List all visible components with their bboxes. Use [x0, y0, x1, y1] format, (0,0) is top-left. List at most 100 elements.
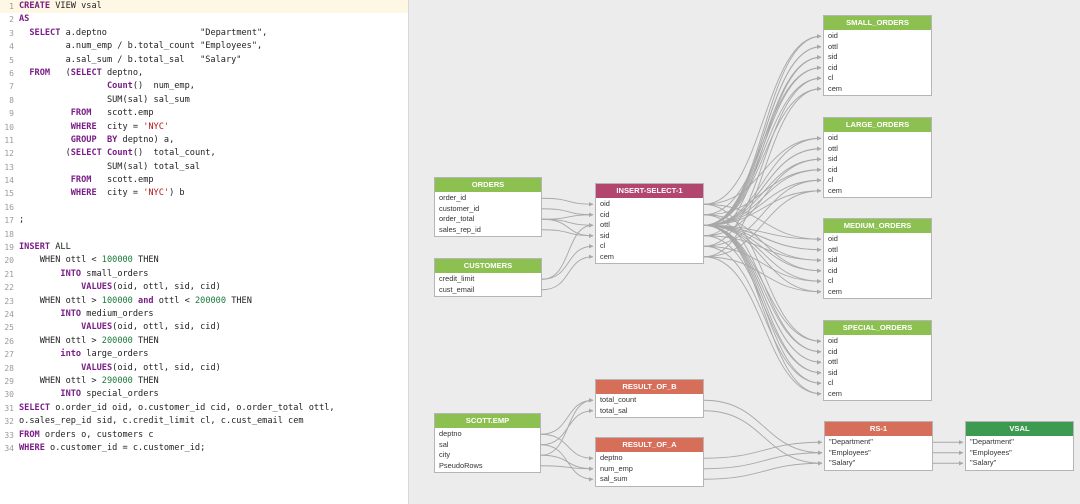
node-orders[interactable]: ORDERS order_id customer_id order_total sale… [434, 177, 542, 237]
code-line[interactable]: 15 WHERE city = 'NYC') b [0, 187, 408, 200]
node-column[interactable]: "Employees" [825, 448, 932, 459]
node-column[interactable]: oid [824, 336, 931, 347]
node-insert[interactable]: INSERT-SELECT-1 oid cid ottl sid cl cem [595, 183, 704, 264]
node-column[interactable]: ottl [596, 220, 703, 231]
node-scottemp[interactable]: SCOTT.EMP deptno sal city PseudoRows [434, 413, 541, 473]
code-line[interactable]: 3 SELECT a.deptno "Department", [0, 27, 408, 40]
node-column[interactable]: PseudoRows [435, 461, 540, 472]
node-title[interactable]: MEDIUM_ORDERS [824, 219, 931, 233]
node-column[interactable]: total_sal [596, 406, 703, 417]
node-column[interactable]: cid [824, 63, 931, 74]
node-column[interactable]: cem [596, 252, 703, 263]
code-line[interactable]: 14 FROM scott.emp [0, 174, 408, 187]
node-customers[interactable]: CUSTOMERS credit_limit cust_email [434, 258, 542, 297]
code-line[interactable]: 31 SELECT o.order_id oid, o.customer_id c… [0, 402, 408, 415]
node-column[interactable]: cl [824, 175, 931, 186]
node-column[interactable]: order_total [435, 214, 541, 225]
code-line[interactable]: 32 o.sales_rep_id sid, c.credit_limit cl,… [0, 415, 408, 428]
node-column[interactable]: "Department" [966, 437, 1073, 448]
code-line[interactable]: 26 WHEN ottl > 200000 THEN [0, 335, 408, 348]
node-title[interactable]: SCOTT.EMP [435, 414, 540, 428]
code-line[interactable]: 5 a.sal_sum / b.total_sal "Salary" [0, 54, 408, 67]
node-column[interactable]: sid [824, 255, 931, 266]
node-column[interactable]: "Salary" [825, 458, 932, 469]
code-line[interactable]: 11 GROUP BY deptno) a, [0, 134, 408, 147]
node-column[interactable]: cl [824, 73, 931, 84]
node-title[interactable]: LARGE_ORDERS [824, 118, 931, 132]
node-column[interactable]: sales_rep_id [435, 225, 541, 236]
node-small[interactable]: SMALL_ORDERS oid ottl sid cid cl cem [823, 15, 932, 96]
node-column[interactable]: sid [824, 52, 931, 63]
code-line[interactable]: 24 INTO medium_orders [0, 308, 408, 321]
node-column[interactable]: order_id [435, 193, 541, 204]
sql-editor[interactable]: 1 CREATE VIEW vsal 2 AS 3 SELECT a.deptno "D… [0, 0, 409, 504]
node-title[interactable]: VSAL [966, 422, 1073, 436]
node-column[interactable]: cust_email [435, 285, 541, 296]
node-column[interactable]: cl [824, 276, 931, 287]
code-line[interactable]: 20 WHEN ottl < 100000 THEN [0, 254, 408, 267]
node-column[interactable]: cem [824, 389, 931, 400]
node-medium[interactable]: MEDIUM_ORDERS oid ottl sid cid cl cem [823, 218, 932, 299]
node-column[interactable]: oid [824, 234, 931, 245]
code-line[interactable]: 13 SUM(sal) total_sal [0, 161, 408, 174]
node-rs1[interactable]: RS-1 "Department" "Employees" "Salary" [824, 421, 933, 471]
node-title[interactable]: RS-1 [825, 422, 932, 436]
code-line[interactable]: 18 [0, 228, 408, 241]
code-line[interactable]: 23 WHEN ottl > 100000 and ottl < 200000 … [0, 295, 408, 308]
node-column[interactable]: deptno [435, 429, 540, 440]
code-line[interactable]: 22 VALUES(oid, ottl, sid, cid) [0, 281, 408, 294]
code-line[interactable]: 29 WHEN ottl > 290000 THEN [0, 375, 408, 388]
code-line[interactable]: 33 FROM orders o, customers c [0, 429, 408, 442]
code-line[interactable]: 6 FROM (SELECT deptno, [0, 67, 408, 80]
node-column[interactable]: city [435, 450, 540, 461]
node-column[interactable]: sid [596, 231, 703, 242]
node-title[interactable]: CUSTOMERS [435, 259, 541, 273]
node-large[interactable]: LARGE_ORDERS oid ottl sid cid cl cem [823, 117, 932, 198]
node-column[interactable]: deptno [596, 453, 703, 464]
node-column[interactable]: ottl [824, 357, 931, 368]
node-column[interactable]: sal_sum [596, 474, 703, 485]
node-column[interactable]: total_count [596, 395, 703, 406]
node-column[interactable]: cid [824, 347, 931, 358]
node-column[interactable]: ottl [824, 42, 931, 53]
node-column[interactable]: cem [824, 84, 931, 95]
code-line[interactable]: 12 (SELECT Count() total_count, [0, 147, 408, 160]
code-line[interactable]: 8 SUM(sal) sal_sum [0, 94, 408, 107]
node-column[interactable]: ottl [824, 245, 931, 256]
node-column[interactable]: cem [824, 287, 931, 298]
node-resb[interactable]: RESULT_OF_B total_count total_sal [595, 379, 704, 418]
code-line[interactable]: 17; [0, 214, 408, 227]
code-line[interactable]: 34 WHERE o.customer_id = c.customer_id; [0, 442, 408, 455]
node-special[interactable]: SPECIAL_ORDERS oid cid ottl sid cl cem [823, 320, 932, 401]
node-column[interactable]: credit_limit [435, 274, 541, 285]
node-title[interactable]: RESULT_OF_A [596, 438, 703, 452]
node-column[interactable]: ottl [824, 144, 931, 155]
lineage-diagram[interactable]: ORDERS order_id customer_id order_total sale… [409, 0, 1080, 504]
node-column[interactable]: "Employees" [966, 448, 1073, 459]
code-line[interactable]: 16 [0, 201, 408, 214]
code-line[interactable]: 1 CREATE VIEW vsal [0, 0, 408, 14]
code-line[interactable]: 10 WHERE city = 'NYC' [0, 121, 408, 134]
node-title[interactable]: ORDERS [435, 178, 541, 192]
node-column[interactable]: cem [824, 186, 931, 197]
node-column[interactable]: cid [824, 266, 931, 277]
code-line[interactable]: 4 a.num_emp / b.total_count "Employees", [0, 40, 408, 53]
code-line[interactable]: 19 INSERT ALL [0, 241, 408, 254]
node-title[interactable]: SPECIAL_ORDERS [824, 321, 931, 335]
code-line[interactable]: 28 VALUES(oid, ottl, sid, cid) [0, 362, 408, 375]
code-line[interactable]: 27 into large_orders [0, 348, 408, 361]
node-title[interactable]: RESULT_OF_B [596, 380, 703, 394]
node-column[interactable]: oid [824, 31, 931, 42]
code-line[interactable]: 7 Count() num_emp, [0, 80, 408, 93]
node-column[interactable]: "Department" [825, 437, 932, 448]
node-column[interactable]: sid [824, 154, 931, 165]
node-column[interactable]: cl [596, 241, 703, 252]
node-column[interactable]: oid [596, 199, 703, 210]
node-resa[interactable]: RESULT_OF_A deptno num_emp sal_sum [595, 437, 704, 487]
node-vsal[interactable]: VSAL "Department" "Employees" "Salary" [965, 421, 1074, 471]
node-title[interactable]: INSERT-SELECT-1 [596, 184, 703, 198]
node-column[interactable]: cid [824, 165, 931, 176]
code-line[interactable]: 25 VALUES(oid, ottl, sid, cid) [0, 321, 408, 334]
node-column[interactable]: sal [435, 440, 540, 451]
node-column[interactable]: num_emp [596, 464, 703, 475]
